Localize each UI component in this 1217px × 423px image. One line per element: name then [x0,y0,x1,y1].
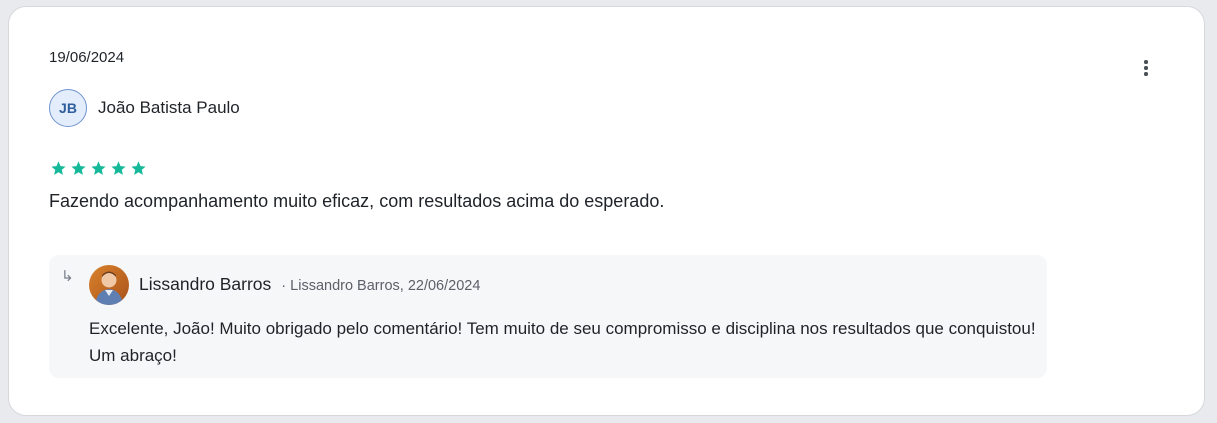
more-options-icon[interactable] [1136,57,1156,79]
star-icon [91,161,106,175]
menu-dot [1144,66,1148,70]
avatar: JB [49,89,87,127]
reply-author-name: Lissandro Barros [139,274,272,294]
review-author: JB João Batista Paulo [49,89,240,127]
star-rating [50,160,147,177]
menu-dot [1144,72,1148,76]
author-name: João Batista Paulo [98,98,240,117]
reply-avatar [89,265,129,305]
reply-arrow-icon: ↳ [61,268,74,285]
reply-text: Excelente, João! Muito obrigado pelo com… [89,319,1036,365]
reply-header: Lissandro Barros · Lissandro Barros, 22/… [139,274,480,295]
reply-meta: · Lissandro Barros, 22/06/2024 [281,278,481,294]
reply-avatar-photo [89,265,129,305]
menu-dot [1144,60,1148,64]
star-icon [71,161,86,175]
review-text: Fazendo acompanhamento muito eficaz, com… [49,191,665,211]
star-icon [111,161,126,175]
review-card: 19/06/2024 JB João Batista Paulo Fazendo… [8,6,1205,416]
star-icon [51,161,66,175]
review-date: 19/06/2024 [49,49,125,66]
star-icon [131,161,146,175]
reply-box: ↳ Lissandro Barros · Lissandro Barros, 2… [49,255,1047,378]
